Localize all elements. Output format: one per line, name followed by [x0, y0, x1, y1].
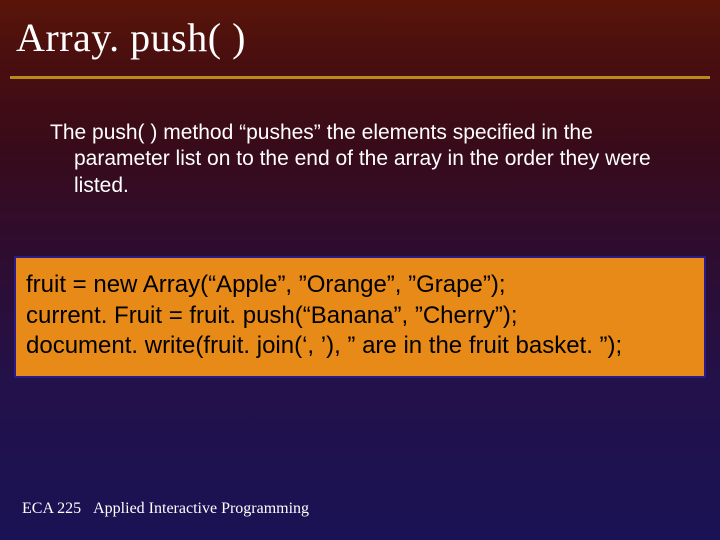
slide: Array. push( ) The push( ) method “pushe… [0, 0, 720, 540]
code-line-2: current. Fruit = fruit. push(“Banana”, ”… [26, 301, 694, 332]
code-line-1: fruit = new Array(“Apple”, ”Orange”, ”Gr… [26, 270, 694, 301]
footer-text: ECA 225 Applied Interactive Programming [22, 500, 309, 518]
slide-title: Array. push( ) [16, 14, 246, 61]
title-underline [10, 76, 710, 79]
code-line-3: document. write(fruit. join(‘, ’), ” are… [26, 331, 694, 362]
body-text: The push( ) method “pushes” the elements… [50, 120, 680, 199]
body-paragraph: The push( ) method “pushes” the elements… [50, 120, 680, 199]
code-block: fruit = new Array(“Apple”, ”Orange”, ”Gr… [14, 256, 706, 378]
